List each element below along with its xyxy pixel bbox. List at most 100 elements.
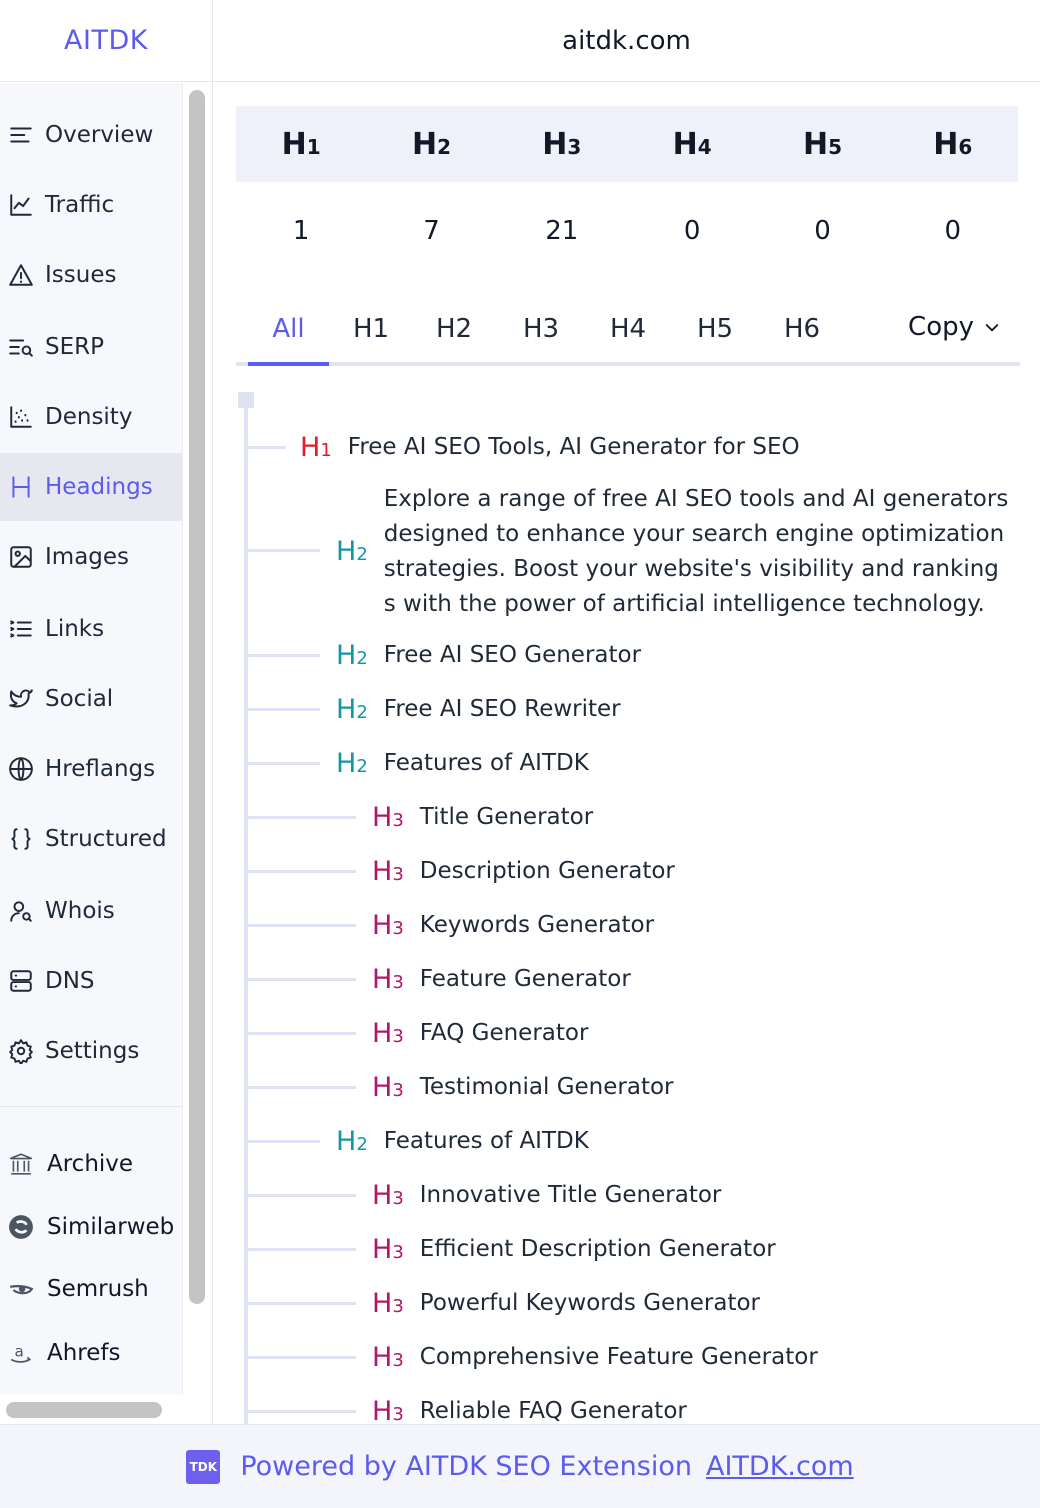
sidebar-link-archive[interactable]: Archive [0,1134,182,1194]
tree-branch [248,1086,356,1089]
heading-item[interactable]: H3 FAQ Generator [372,1016,588,1054]
tab-h3[interactable]: H3 [511,296,571,362]
sidebar-item-label: Density [45,404,133,430]
tree-branch [248,1032,356,1035]
tree-branch [248,762,320,765]
sidebar-item-hreflangs[interactable]: Hreflangs [0,735,182,803]
heading-item[interactable]: H2 Explore a range of free AI SEO tools … [336,482,1009,622]
heading-item[interactable]: H1 Free AI SEO Tools, AI Generator for S… [300,430,800,468]
tree-branch [248,708,320,711]
sidebar-item-label: Traffic [45,192,115,218]
heading-item[interactable]: H3 Comprehensive Feature Generator [372,1340,818,1378]
heading-text: Keywords Generator [419,912,655,938]
tab-h1[interactable]: H1 [341,296,401,362]
links-icon [7,615,35,643]
sidebar-item-label: Overview [45,122,154,148]
tab-h2[interactable]: H2 [424,296,484,362]
heading-level-h5: H5 [802,126,842,162]
heading-level-tag: H3 [372,1072,404,1103]
heading-text: Explore a range of free AI SEO tools and… [383,486,1009,617]
tab-h5[interactable]: H5 [685,296,745,362]
sidebar-item-links[interactable]: Links [0,595,182,663]
scatter-icon [7,403,35,431]
copy-dropdown-button[interactable]: Copy [908,296,1002,358]
powered-by-text: Powered by AITDK SEO Extension [240,1451,692,1482]
heading-level-h6: H6 [933,126,973,162]
heading-level-tag: H3 [372,964,404,995]
heading-item[interactable]: H3 Powerful Keywords Generator [372,1286,760,1324]
heading-counts-row: 1 7 21 0 0 0 [236,196,1018,266]
sidebar-item-traffic[interactable]: Traffic [0,171,182,239]
sidebar-item-images[interactable]: Images [0,523,182,591]
sidebar-item-social[interactable]: Social [0,665,182,733]
sidebar-item-label: DNS [45,968,95,994]
heading-level-tag: H3 [372,1288,404,1319]
brand-logo[interactable]: AITDK [0,0,212,82]
sidebar-link-semrush[interactable]: Semrush [0,1259,182,1319]
sidebar-item-whois[interactable]: Whois [0,877,182,945]
heading-item[interactable]: H2 Features of AITDK [336,1124,589,1162]
heading-count-h2: 7 [423,216,440,246]
archive-icon [7,1150,35,1178]
heading-level-tag: H3 [372,1018,404,1049]
list-icon [7,121,35,149]
gear-icon [7,1037,35,1065]
sidebar-item-overview[interactable]: Overview [0,101,182,169]
heading-text: Comprehensive Feature Generator [419,1344,818,1370]
heading-level-h4: H4 [672,126,712,162]
twitter-icon [7,685,35,713]
sidebar-link-similarweb[interactable]: Similarweb [0,1197,182,1257]
sidebar-item-dns[interactable]: DNS [0,947,182,1015]
sidebar-item-label: Settings [45,1038,140,1064]
heading-icon [7,473,35,501]
sidebar-item-label: Structured [45,826,167,852]
aitdk-link[interactable]: AITDK.com [706,1451,854,1482]
divider [212,0,213,1424]
sidebar-item-settings[interactable]: Settings [0,1017,182,1085]
heading-item[interactable]: H3 Title Generator [372,800,593,838]
heading-item[interactable]: H2 Features of AITDK [336,746,589,784]
heading-level-tag: H2 [336,1126,368,1157]
sidebar-item-serp[interactable]: SERP [0,313,182,381]
tab-h4[interactable]: H4 [598,296,658,362]
heading-count-h1: 1 [292,216,310,246]
heading-item[interactable]: H3 Efficient Description Generator [372,1232,776,1270]
heading-text: Free AI SEO Tools, AI Generator for SEO [347,434,800,460]
heading-item[interactable]: H2 Free AI SEO Generator [336,638,641,676]
heading-level-tag: H3 [372,1180,404,1211]
sidebar-scrollbar[interactable] [189,90,205,1304]
heading-item[interactable]: H3 Feature Generator [372,962,631,1000]
tab-all[interactable]: All [248,296,329,362]
user-search-icon [7,897,35,925]
heading-text: Title Generator [419,804,594,830]
sidebar-item-issues[interactable]: Issues [0,241,182,309]
heading-item[interactable]: H3 Keywords Generator [372,908,654,946]
heading-item[interactable]: H3 Testimonial Generator [372,1070,673,1108]
heading-count-h3: 21 [545,216,579,246]
heading-text: Free AI SEO Rewriter [383,696,621,722]
sidebar-item-headings[interactable]: Headings [0,453,182,521]
sidebar-item-label: SERP [45,334,104,360]
svg-text:a: a [15,1342,24,1360]
sidebar-link-ahrefs[interactable]: a Ahrefs [0,1323,182,1383]
heading-item[interactable]: H3 Description Generator [372,854,675,892]
sidebar-item-density[interactable]: Density [0,383,182,451]
tab-h6[interactable]: H6 [772,296,832,362]
heading-level-tag: H2 [336,694,368,725]
heading-levels-header: H1 H2 H3 H4 H5 H6 [236,106,1018,182]
amazon-icon: a [7,1339,35,1367]
chevron-down-icon [985,323,999,332]
heading-level-tag: H3 [372,910,404,941]
heading-level-h1: H1 [281,126,321,162]
heading-text: FAQ Generator [419,1020,589,1046]
serp-icon [7,333,35,361]
sidebar-item-label: Hreflangs [45,756,156,782]
sidebar-item-structured[interactable]: Structured [0,805,182,873]
sidebar-item-label: Links [45,616,105,642]
heading-level-tag: H2 [336,748,368,779]
heading-item[interactable]: H2 Free AI SEO Rewriter [336,692,621,730]
heading-item[interactable]: H3 Innovative Title Generator [372,1178,721,1216]
heading-level-tag: H3 [372,856,404,887]
image-icon [7,543,35,571]
sidebar-horizontal-scrollbar[interactable] [6,1402,162,1418]
